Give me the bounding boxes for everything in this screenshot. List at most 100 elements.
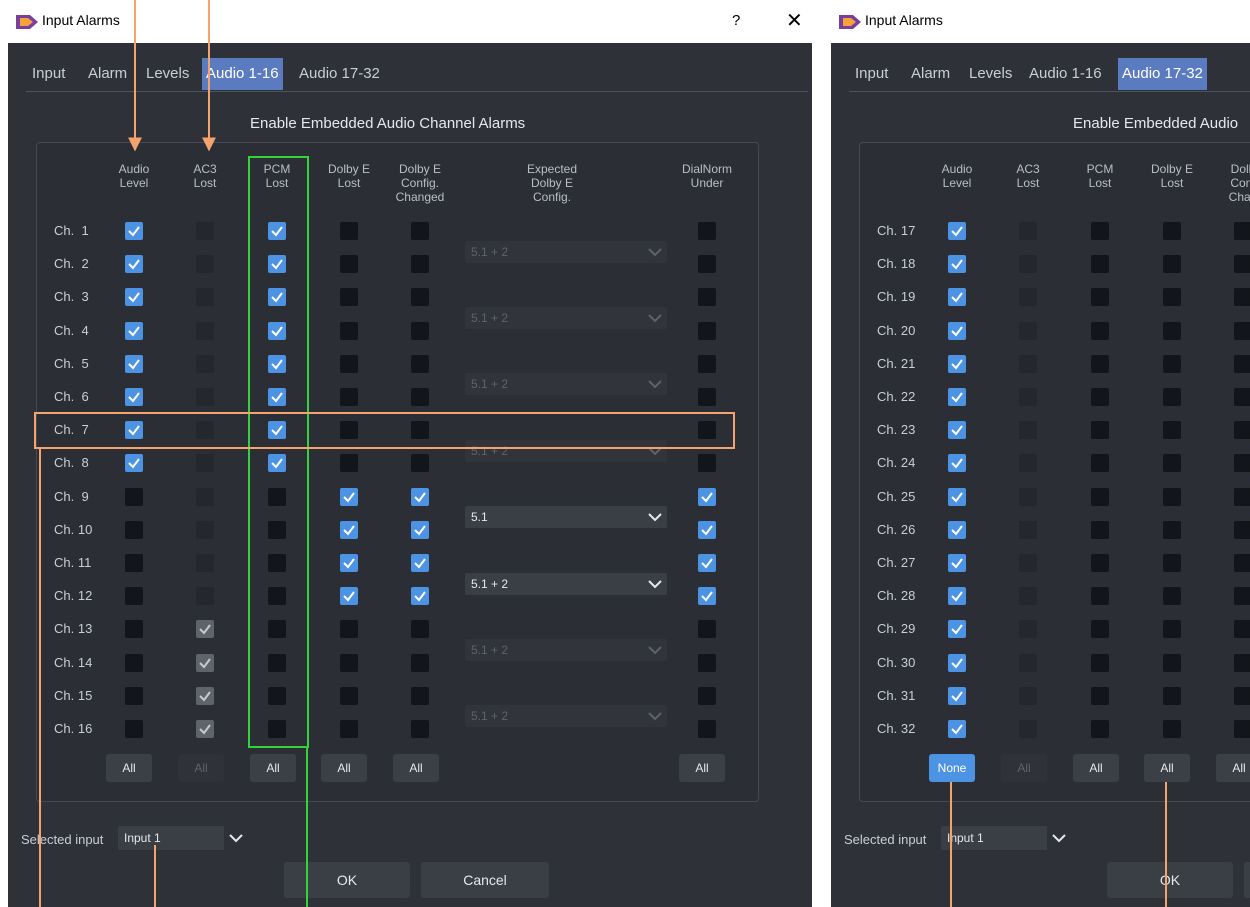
checkbox-pcm-lost[interactable]: [268, 255, 286, 274]
checkbox-pcm-lost[interactable]: [268, 653, 286, 672]
checkbox-dolby-e-config-changed[interactable]: [1234, 255, 1250, 274]
checkbox-dolby-e-lost[interactable]: [1163, 454, 1181, 473]
checkbox-dialnorm-under[interactable]: [698, 255, 716, 274]
checkbox-ac3-lost[interactable]: [196, 720, 214, 738]
checkbox-pcm-lost[interactable]: [1091, 421, 1109, 440]
checkbox-audio-level[interactable]: [125, 454, 143, 473]
checkbox-ac3-lost[interactable]: [196, 255, 214, 274]
checkbox-dolby-e-lost[interactable]: [340, 587, 358, 606]
checkbox-ac3-lost[interactable]: [1019, 288, 1037, 307]
dolby-e-config-select[interactable]: 5.1: [465, 506, 667, 529]
checkbox-audio-level[interactable]: [125, 288, 143, 307]
checkbox-dolby-e-lost[interactable]: [340, 222, 358, 240]
checkbox-ac3-lost[interactable]: [1019, 321, 1037, 340]
checkbox-dolby-e-config-changed[interactable]: [411, 587, 429, 606]
checkbox-ac3-lost[interactable]: [196, 487, 214, 506]
checkbox-dolby-e-lost[interactable]: [340, 554, 358, 572]
checkbox-dolby-e-config-changed[interactable]: [411, 288, 429, 307]
checkbox-ac3-lost[interactable]: [1019, 255, 1037, 274]
checkbox-pcm-lost[interactable]: [1091, 554, 1109, 572]
checkbox-audio-level[interactable]: [948, 620, 966, 639]
checkbox-audio-level[interactable]: [125, 354, 143, 373]
checkbox-audio-level[interactable]: [948, 520, 966, 539]
selected-input-select[interactable]: Input 1: [941, 826, 1071, 850]
checkbox-audio-level[interactable]: [948, 686, 966, 705]
dolby-e-config-select[interactable]: 5.1 + 2: [465, 240, 667, 263]
checkbox-audio-level[interactable]: [948, 487, 966, 506]
checkbox-pcm-lost[interactable]: [268, 520, 286, 539]
checkbox-dolby-e-config-changed[interactable]: [1234, 620, 1250, 639]
checkbox-dolby-e-config-changed[interactable]: [1234, 686, 1250, 705]
checkbox-ac3-lost[interactable]: [1019, 686, 1037, 705]
checkbox-dolby-e-lost[interactable]: [1163, 620, 1181, 639]
checkbox-audio-level[interactable]: [948, 421, 966, 440]
checkbox-audio-level[interactable]: [125, 686, 143, 705]
checkbox-dolby-e-lost[interactable]: [1163, 686, 1181, 705]
checkbox-dolby-e-lost[interactable]: [1163, 421, 1181, 440]
checkbox-dolby-e-config-changed[interactable]: [1234, 454, 1250, 473]
checkbox-dialnorm-under[interactable]: [698, 520, 716, 539]
checkbox-dolby-e-config-changed[interactable]: [411, 686, 429, 705]
checkbox-audio-level[interactable]: [125, 255, 143, 274]
checkbox-audio-level[interactable]: [948, 354, 966, 373]
checkbox-dolby-e-config-changed[interactable]: [411, 554, 429, 572]
checkbox-dolby-e-config-changed[interactable]: [1234, 720, 1250, 738]
checkbox-dialnorm-under[interactable]: [698, 487, 716, 506]
tab-levels[interactable]: Levels: [965, 58, 1016, 90]
checkbox-dolby-e-config-changed[interactable]: [1234, 554, 1250, 572]
checkbox-dolby-e-config-changed[interactable]: [1234, 421, 1250, 440]
checkbox-pcm-lost[interactable]: [1091, 720, 1109, 738]
checkbox-pcm-lost[interactable]: [268, 686, 286, 705]
dolby-e-config-select[interactable]: 5.1 + 2: [465, 439, 667, 462]
tab-alarm[interactable]: Alarm: [84, 58, 131, 90]
checkbox-pcm-lost[interactable]: [268, 354, 286, 373]
checkbox-pcm-lost[interactable]: [1091, 388, 1109, 406]
tab-levels[interactable]: Levels: [142, 58, 193, 90]
checkbox-audio-level[interactable]: [948, 321, 966, 340]
checkbox-audio-level[interactable]: [125, 520, 143, 539]
checkbox-pcm-lost[interactable]: [268, 554, 286, 572]
checkbox-ac3-lost[interactable]: [1019, 222, 1037, 240]
checkbox-dolby-e-config-changed[interactable]: [411, 520, 429, 539]
select-all-button[interactable]: All: [106, 754, 152, 782]
checkbox-pcm-lost[interactable]: [1091, 620, 1109, 639]
checkbox-pcm-lost[interactable]: [268, 587, 286, 606]
checkbox-ac3-lost[interactable]: [196, 354, 214, 373]
checkbox-ac3-lost[interactable]: [1019, 587, 1037, 606]
selected-input-select[interactable]: Input 1: [118, 826, 248, 850]
checkbox-dolby-e-lost[interactable]: [340, 255, 358, 274]
checkbox-audio-level[interactable]: [125, 653, 143, 672]
ok-button[interactable]: OK: [284, 862, 410, 898]
checkbox-audio-level[interactable]: [948, 388, 966, 406]
checkbox-dolby-e-lost[interactable]: [340, 354, 358, 373]
checkbox-dialnorm-under[interactable]: [698, 421, 716, 440]
checkbox-pcm-lost[interactable]: [268, 487, 286, 506]
checkbox-dolby-e-config-changed[interactable]: [1234, 653, 1250, 672]
checkbox-audio-level[interactable]: [948, 653, 966, 672]
checkbox-dolby-e-config-changed[interactable]: [411, 720, 429, 738]
checkbox-dolby-e-config-changed[interactable]: [411, 653, 429, 672]
checkbox-dolby-e-lost[interactable]: [340, 620, 358, 639]
checkbox-dolby-e-lost[interactable]: [1163, 255, 1181, 274]
checkbox-dolby-e-lost[interactable]: [340, 487, 358, 506]
checkbox-dolby-e-lost[interactable]: [1163, 288, 1181, 307]
checkbox-ac3-lost[interactable]: [196, 520, 214, 539]
checkbox-dolby-e-config-changed[interactable]: [411, 487, 429, 506]
checkbox-dialnorm-under[interactable]: [698, 354, 716, 373]
checkbox-dolby-e-config-changed[interactable]: [1234, 587, 1250, 606]
checkbox-audio-level[interactable]: [948, 554, 966, 572]
checkbox-audio-level[interactable]: [125, 720, 143, 738]
tab-audio-1-16[interactable]: Audio 1-16: [202, 58, 283, 90]
checkbox-dolby-e-lost[interactable]: [340, 520, 358, 539]
select-all-button[interactable]: All: [1144, 754, 1190, 782]
tab-input[interactable]: Input: [851, 58, 892, 90]
checkbox-dolby-e-config-changed[interactable]: [1234, 520, 1250, 539]
checkbox-pcm-lost[interactable]: [268, 454, 286, 473]
checkbox-dolby-e-lost[interactable]: [1163, 222, 1181, 240]
checkbox-audio-level[interactable]: [948, 587, 966, 606]
dolby-e-config-select[interactable]: 5.1 + 2: [465, 705, 667, 728]
checkbox-dolby-e-config-changed[interactable]: [1234, 222, 1250, 240]
select-all-button[interactable]: All: [1216, 754, 1250, 782]
checkbox-ac3-lost[interactable]: [1019, 620, 1037, 639]
checkbox-dolby-e-config-changed[interactable]: [1234, 487, 1250, 506]
